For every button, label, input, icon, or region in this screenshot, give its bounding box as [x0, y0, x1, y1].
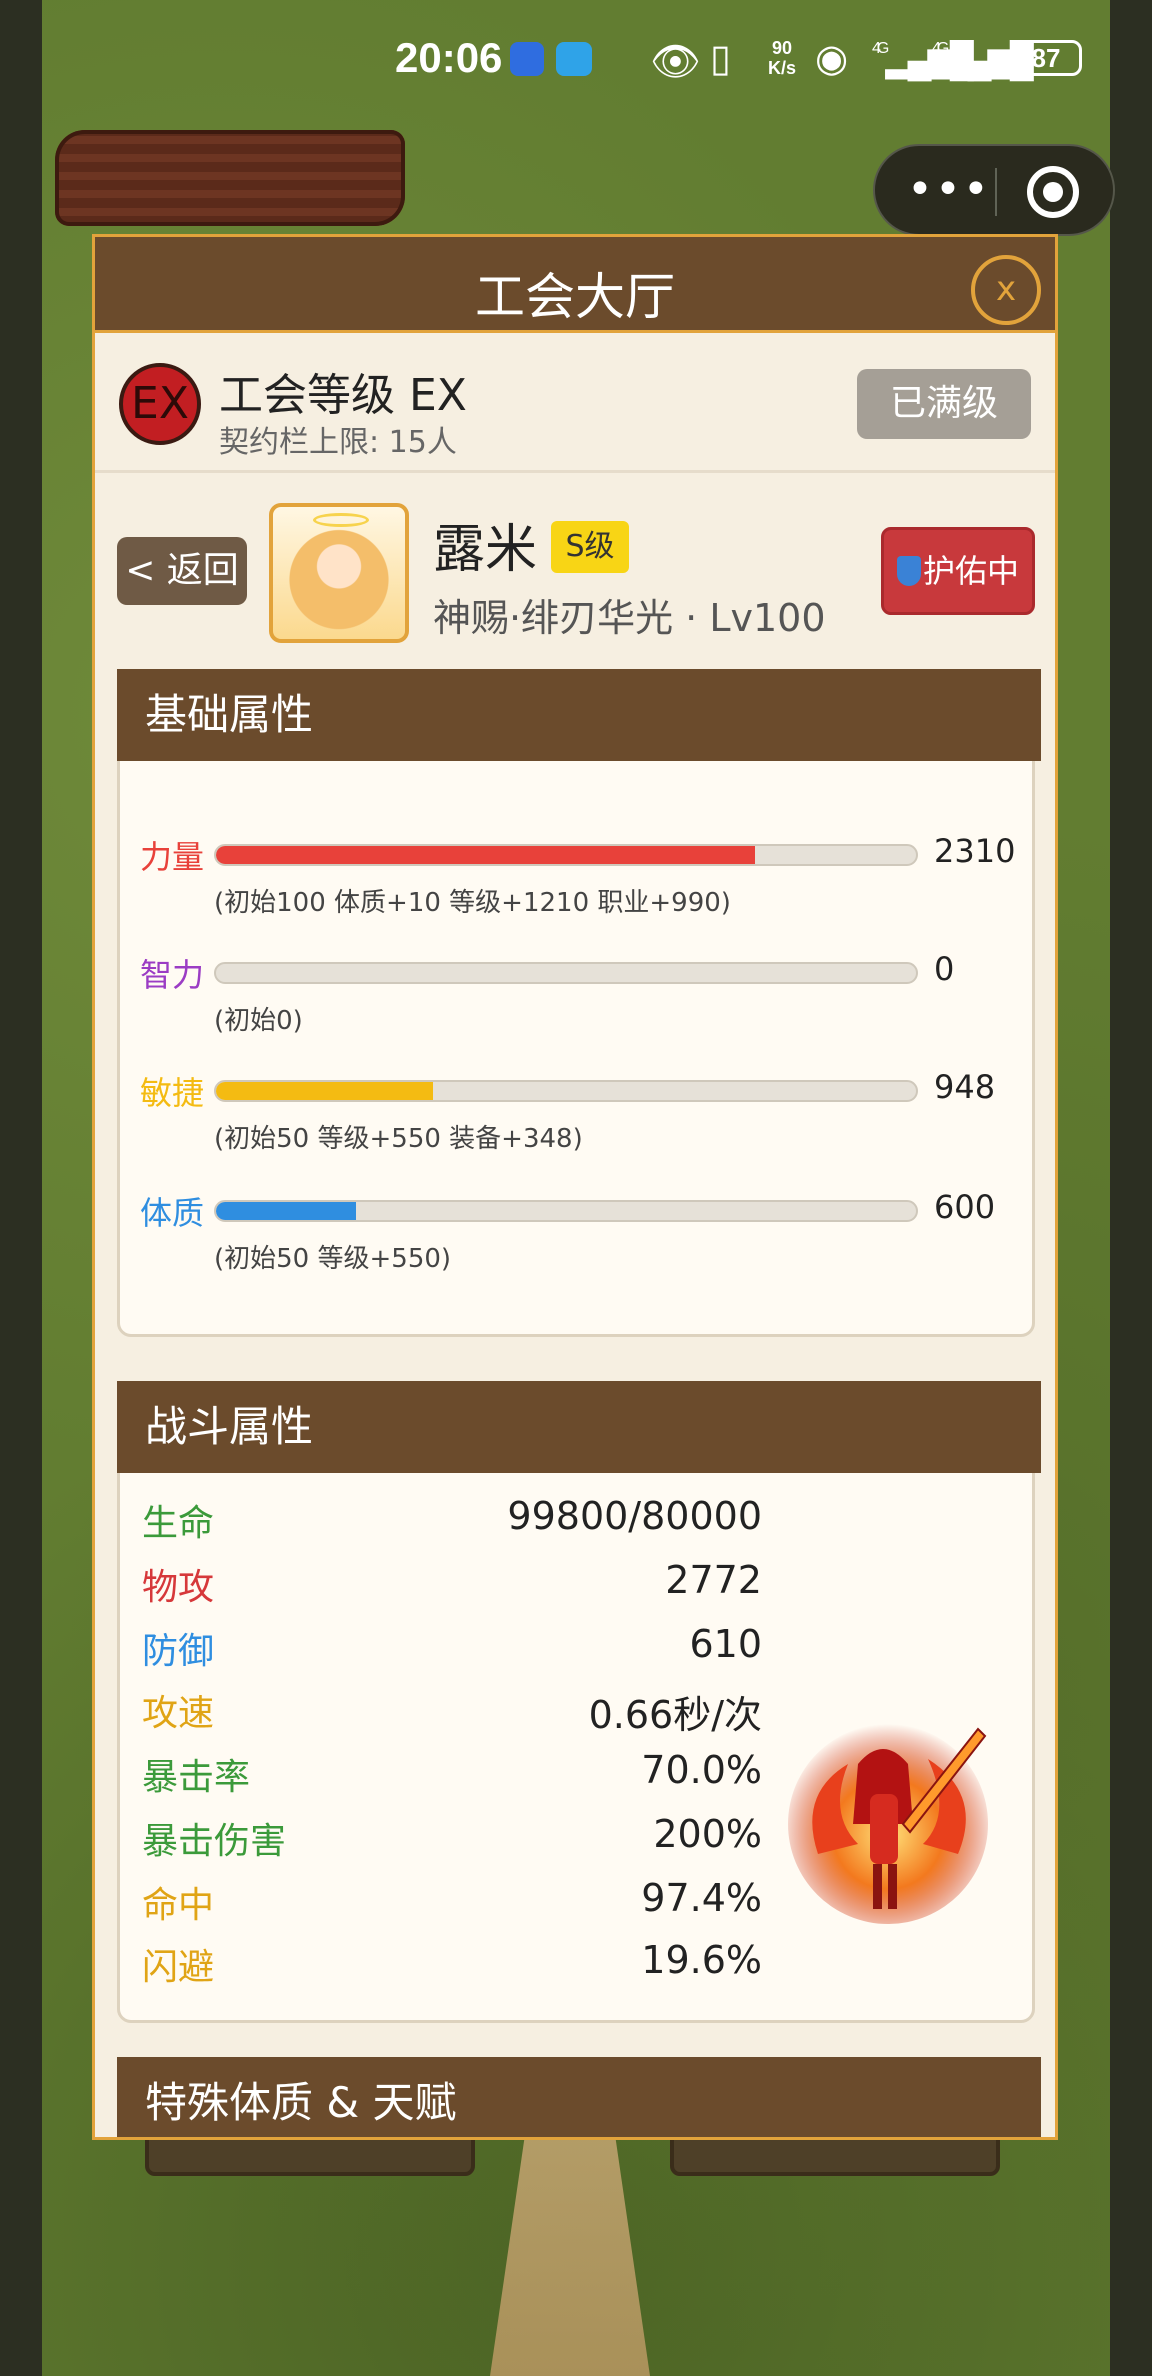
combat-label: 闪避: [142, 1947, 215, 1988]
combat-value: 610: [689, 1622, 762, 1666]
background-path: [490, 2100, 650, 2376]
halo-icon: [313, 513, 369, 527]
stat-value: 600: [934, 1188, 996, 1226]
stat-label: 体质: [140, 1194, 205, 1232]
combat-label: 暴击伤害: [142, 1821, 287, 1862]
network-speed-unit: K/s: [768, 58, 797, 78]
stat-intelligence: 智力 0 (初始0): [140, 950, 1020, 1060]
maxed-level-button[interactable]: 已满级: [857, 369, 1031, 439]
more-options-icon[interactable]: •••: [907, 164, 991, 215]
combat-row-attack: 物攻 2772: [142, 1558, 762, 1618]
wood-sign-decoration: [55, 130, 405, 226]
close-miniprogram-icon[interactable]: [1027, 166, 1079, 218]
stat-label: 敏捷: [140, 1074, 205, 1112]
shield-icon: [896, 556, 921, 586]
stat-bar-fill: [216, 1202, 356, 1220]
stat-value: 0: [934, 950, 955, 988]
stat-label: 智力: [140, 956, 205, 994]
combat-row-crit-rate: 暴击率 70.0%: [142, 1748, 762, 1808]
stat-value: 2310: [934, 832, 1016, 870]
protect-label: 护佑中: [922, 552, 1019, 590]
combat-row-defense: 防御 610: [142, 1622, 762, 1682]
panel-header: 工会大厅 x: [95, 237, 1055, 333]
protect-button[interactable]: 护佑中: [881, 527, 1035, 615]
network-speed: 90 K/s: [768, 38, 796, 78]
combat-value: 0.66秒/次: [588, 1693, 762, 1737]
rank-badge: S级: [551, 521, 629, 573]
stat-value: 948: [934, 1068, 996, 1106]
guild-level-badge: EX: [119, 363, 201, 445]
combat-row-accuracy: 命中 97.4%: [142, 1876, 762, 1936]
combat-row-attack-speed: 攻速 0.66秒/次: [142, 1684, 762, 1744]
signal-type-1: 4G: [872, 40, 889, 57]
combat-row-crit-damage: 暴击伤害 200%: [142, 1812, 762, 1872]
close-button[interactable]: x: [971, 255, 1041, 325]
guild-level-label: 工会等级 EX: [219, 370, 467, 421]
stat-label: 力量: [140, 838, 205, 876]
stat-detail: (初始50 等级+550): [214, 1244, 452, 1274]
stat-bar: [214, 844, 918, 866]
basic-attributes-title: 基础属性: [117, 669, 1041, 761]
network-speed-value: 90: [771, 38, 793, 58]
wifi-icon: ◉: [815, 38, 849, 80]
guild-info-row: EX 工会等级 EX 契约栏上限: 15人 已满级: [95, 333, 1055, 473]
combat-row-evasion: 闪避 19.6%: [142, 1938, 762, 1998]
vibrate-icon: ▯: [710, 38, 731, 80]
combat-label: 攻速: [142, 1693, 215, 1734]
hero-character-art: [788, 1724, 988, 1924]
status-bar: 20:06 👁 ▯ 90 K/s ◉ 4G▂▄▆█ 4G▂▄▆█ 87: [0, 0, 1152, 118]
combat-attributes-section: 战斗属性 生命 99800/80000 物攻 2772 防御 610 攻速 0.…: [117, 1381, 1041, 2023]
combat-label: 命中: [142, 1885, 215, 1926]
combat-label: 物攻: [142, 1567, 215, 1608]
combat-value: 200%: [653, 1812, 762, 1856]
stat-bar: [214, 1080, 918, 1102]
stat-detail: (初始0): [214, 1006, 303, 1036]
miniprogram-capsule: •••: [873, 144, 1115, 236]
combat-value: 70.0%: [641, 1748, 762, 1792]
combat-value: 97.4%: [641, 1876, 762, 1920]
stat-agility: 敏捷 948 (初始50 等级+550 装备+348): [140, 1068, 1020, 1178]
panel-title: 工会大厅: [475, 268, 675, 326]
hero-name: 露米: [433, 520, 538, 580]
background-edge-left: [0, 0, 42, 2376]
combat-value: 99800/80000: [507, 1494, 762, 1538]
hero-avatar: [269, 503, 409, 643]
combat-value: 19.6%: [641, 1938, 762, 1982]
back-button[interactable]: < 返回: [117, 537, 247, 605]
combat-label: 暴击率: [142, 1757, 251, 1798]
stat-bar: [214, 1200, 918, 1222]
basic-attributes-section: 基础属性 力量 2310 (初始100 体质+10 等级+1210 职业+990…: [117, 669, 1041, 1337]
combat-attributes-title: 战斗属性: [117, 1381, 1041, 1473]
stat-bar: [214, 962, 918, 984]
stat-bar-fill: [216, 1082, 433, 1100]
status-time: 20:06: [395, 34, 503, 81]
hero-subtitle: 神赐·绯刃华光 · Lv100: [433, 596, 826, 640]
weather-icon: [556, 42, 592, 76]
special-traits-title: 特殊体质 & 天赋: [117, 2057, 1041, 2137]
signal-type-2: 4G: [932, 40, 949, 57]
stat-strength: 力量 2310 (初始100 体质+10 等级+1210 职业+990): [140, 832, 1020, 942]
eye-icon: 👁: [650, 40, 701, 84]
capsule-divider: [995, 168, 997, 216]
combat-row-hp: 生命 99800/80000: [142, 1494, 762, 1554]
stat-detail: (初始50 等级+550 装备+348): [214, 1124, 583, 1154]
special-traits-section: 特殊体质 & 天赋: [117, 2057, 1041, 2137]
guild-hall-panel: 工会大厅 x EX 工会等级 EX 契约栏上限: 15人 已满级 < 返回 露米…: [92, 234, 1058, 2140]
contract-limit-label: 契约栏上限: 15人: [219, 425, 457, 460]
combat-value: 2772: [665, 1558, 762, 1602]
combat-label: 防御: [142, 1631, 215, 1672]
combat-label: 生命: [142, 1503, 215, 1544]
battery-indicator: 87: [1010, 40, 1082, 76]
stat-detail: (初始100 体质+10 等级+1210 职业+990): [214, 888, 731, 918]
stat-bar-fill: [216, 846, 755, 864]
background-edge-right: [1110, 0, 1152, 2376]
hero-info-row: < 返回 露米 S级 神赐·绯刃华光 · Lv100 护佑中: [95, 473, 1055, 663]
stat-constitution: 体质 600 (初始50 等级+550): [140, 1188, 1020, 1298]
app-notification-icon: [510, 42, 544, 76]
